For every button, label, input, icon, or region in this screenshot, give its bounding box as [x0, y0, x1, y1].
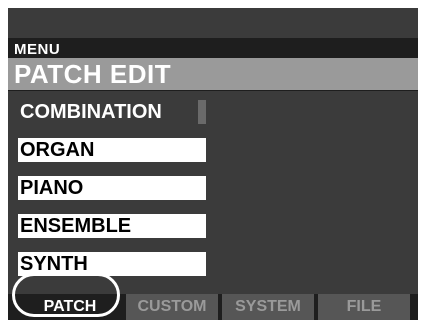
menu-item-ensemble[interactable]: ENSEMBLE — [18, 214, 206, 238]
menu-item-piano[interactable]: PIANO — [18, 176, 206, 200]
tab-patch[interactable]: PATCH — [22, 294, 118, 320]
display-screen: MENU PATCH EDIT COMBINATION ORGAN PIANO … — [8, 8, 418, 320]
tab-file[interactable]: FILE — [318, 294, 410, 320]
menu-item-combination[interactable]: COMBINATION — [18, 100, 206, 124]
menu-label: MENU — [14, 41, 61, 58]
page-title: PATCH EDIT — [14, 59, 172, 89]
tab-bar: PATCH CUSTOM SYSTEM FILE — [8, 294, 418, 320]
tab-system[interactable]: SYSTEM — [222, 294, 314, 320]
tab-custom[interactable]: CUSTOM — [126, 294, 218, 320]
menu-item-organ[interactable]: ORGAN — [18, 138, 206, 162]
page-title-bar: PATCH EDIT — [8, 58, 418, 90]
menu-item-synth[interactable]: SYNTH — [18, 252, 206, 276]
